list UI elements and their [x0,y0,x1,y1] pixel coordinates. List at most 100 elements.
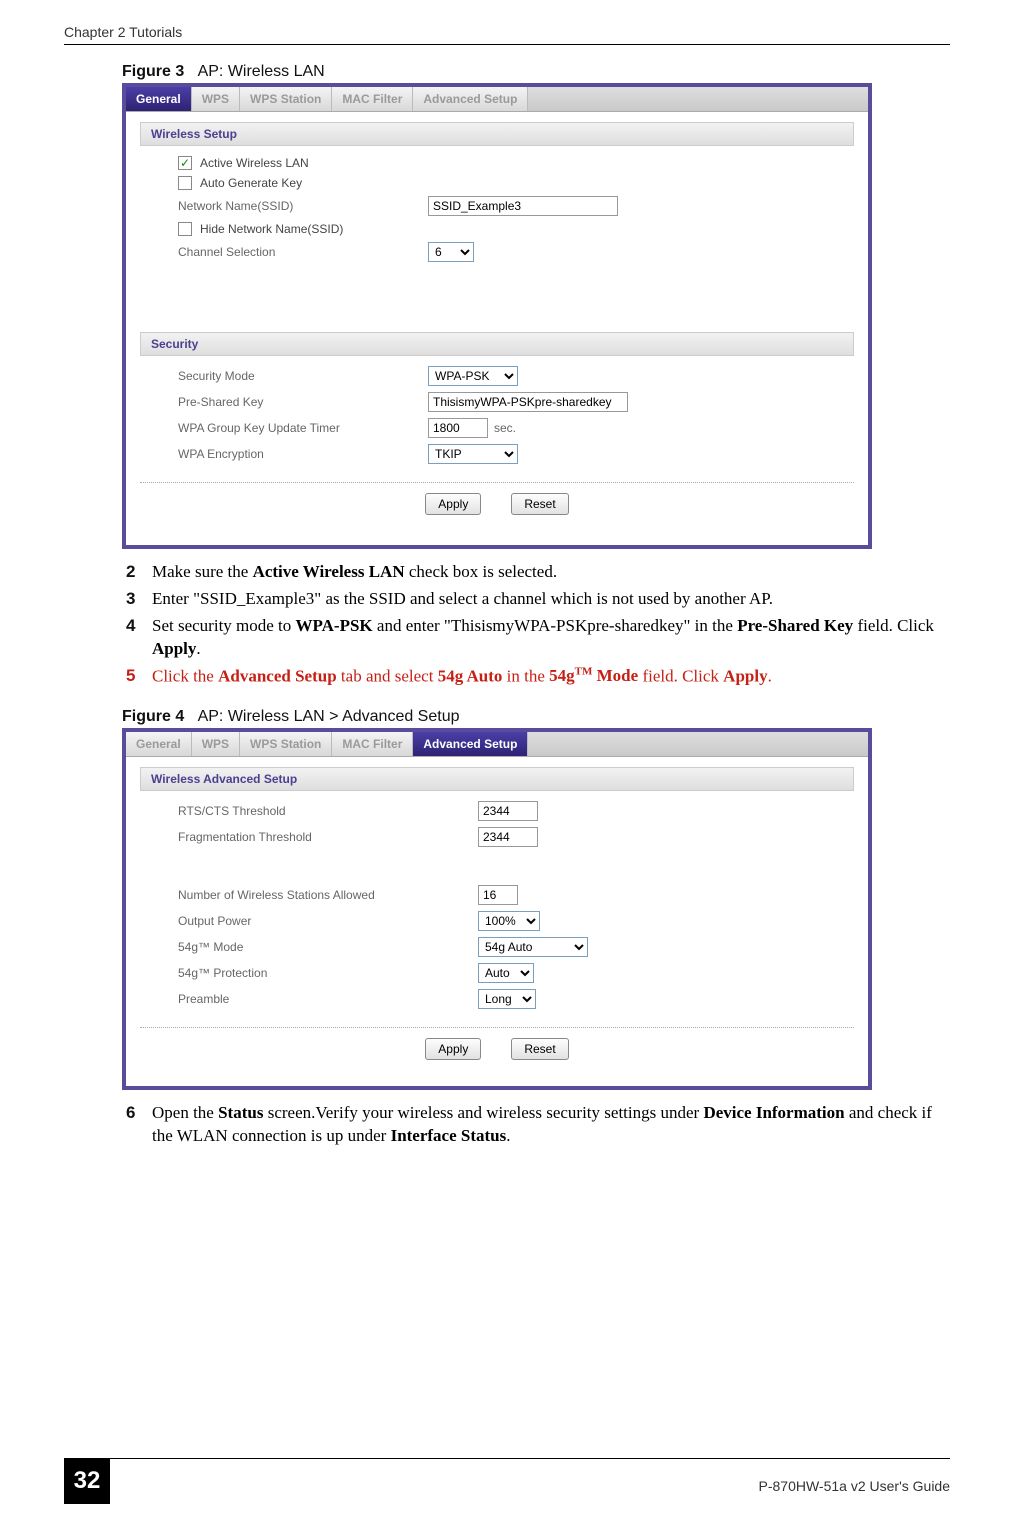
channel-select[interactable]: 6 [428,242,474,262]
tab-wps-station[interactable]: WPS Station [240,87,332,111]
active-wlan-row: Active Wireless LAN [178,156,854,170]
tab-general-adv[interactable]: General [126,732,192,756]
stations-row: Number of Wireless Stations Allowed [178,885,854,905]
reset-button-adv[interactable]: Reset [511,1038,568,1060]
ssid-label: Network Name(SSID) [178,199,428,213]
step-5: 5 Click the Advanced Setup tab and selec… [126,665,950,689]
figure4-caption: Figure 4 AP: Wireless LAN > Advanced Set… [122,708,950,726]
mode54-select[interactable]: 54g Auto [478,937,588,957]
step-5-number: 5 [126,665,152,689]
separator [140,482,854,483]
button-row-adv: Apply Reset [140,1038,854,1060]
figure3-caption: Figure 3 AP: Wireless LAN [122,63,950,81]
apply-button-adv[interactable]: Apply [425,1038,481,1060]
steps-block-1: 2 Make sure the Active Wireless LAN chec… [126,561,950,688]
tab-advanced-setup[interactable]: Advanced Setup [413,87,528,111]
advanced-panel-body: Wireless Advanced Setup RTS/CTS Threshol… [126,757,868,1086]
ssid-row: Network Name(SSID) [178,196,854,216]
tab-wps-adv[interactable]: WPS [192,732,240,756]
psk-input[interactable] [428,392,628,412]
step-3-number: 3 [126,588,152,611]
figure4-text: AP: Wireless LAN > Advanced Setup [198,708,460,725]
psk-label: Pre-Shared Key [178,395,428,409]
separator-adv [140,1027,854,1028]
step-2: 2 Make sure the Active Wireless LAN chec… [126,561,950,584]
rts-input[interactable] [478,801,538,821]
ssid-input[interactable] [428,196,618,216]
frag-row: Fragmentation Threshold [178,827,854,847]
output-power-select[interactable]: 100% [478,911,540,931]
psk-row: Pre-Shared Key [178,392,854,412]
tab-wps[interactable]: WPS [192,87,240,111]
preamble-row: Preamble Long [178,989,854,1009]
tab-general[interactable]: General [126,87,192,111]
page-footer: 32 P-870HW-51a v2 User's Guide [64,1458,950,1504]
frag-label: Fragmentation Threshold [178,830,478,844]
group-key-timer-suffix: sec. [494,421,516,435]
preamble-label: Preamble [178,992,478,1006]
tab-advanced-setup-adv[interactable]: Advanced Setup [413,732,528,756]
preamble-select[interactable]: Long [478,989,536,1009]
security-mode-select[interactable]: WPA-PSK [428,366,518,386]
step-3: 3 Enter "SSID_Example3" as the SSID and … [126,588,950,611]
reset-button[interactable]: Reset [511,493,568,515]
step-2-number: 2 [126,561,152,584]
step-4-number: 4 [126,615,152,661]
hide-ssid-checkbox[interactable] [178,222,192,236]
active-wlan-checkbox[interactable] [178,156,192,170]
figure3-text: AP: Wireless LAN [198,63,325,80]
step-4: 4 Set security mode to WPA-PSK and enter… [126,615,950,661]
step-4-text: Set security mode to WPA-PSK and enter "… [152,615,950,661]
figure4-number: Figure 4 [122,708,184,725]
apply-button[interactable]: Apply [425,493,481,515]
prot54-select[interactable]: Auto [478,963,534,983]
channel-label: Channel Selection [178,245,428,259]
channel-row: Channel Selection 6 [178,242,854,262]
hide-ssid-label: Hide Network Name(SSID) [200,222,343,236]
wpa-encryption-row: WPA Encryption TKIP [178,444,854,464]
step-6-text: Open the Status screen.Verify your wirel… [152,1102,950,1148]
stations-input[interactable] [478,885,518,905]
step-6: 6 Open the Status screen.Verify your wir… [126,1102,950,1148]
group-key-timer-label: WPA Group Key Update Timer [178,421,428,435]
rts-row: RTS/CTS Threshold [178,801,854,821]
security-mode-label: Security Mode [178,369,428,383]
figure3-number: Figure 3 [122,63,184,80]
step-3-text: Enter "SSID_Example3" as the SSID and se… [152,588,950,611]
auto-generate-key-row: Auto Generate Key [178,176,854,190]
prot54-label: 54g™ Protection [178,966,478,980]
group-key-timer-row: WPA Group Key Update Timer sec. [178,418,854,438]
figure4-screenshot: General WPS WPS Station MAC Filter Advan… [122,728,872,1090]
rts-label: RTS/CTS Threshold [178,804,478,818]
page-number: 32 [64,1458,110,1504]
stations-label: Number of Wireless Stations Allowed [178,888,478,902]
mode54-label: 54g™ Mode [178,940,478,954]
tab-mac-filter[interactable]: MAC Filter [332,87,413,111]
hide-ssid-row: Hide Network Name(SSID) [178,222,854,236]
prot54-row: 54g™ Protection Auto [178,963,854,983]
wpa-encryption-label: WPA Encryption [178,447,428,461]
group-key-timer-input[interactable] [428,418,488,438]
active-wlan-label: Active Wireless LAN [200,156,309,170]
chapter-header: Chapter 2 Tutorials [64,24,950,45]
wpa-encryption-select[interactable]: TKIP [428,444,518,464]
security-section-header: Security [140,332,854,356]
tabs-bar-adv: General WPS WPS Station MAC Filter Advan… [126,732,868,757]
button-row: Apply Reset [140,493,854,515]
security-mode-row: Security Mode WPA-PSK [178,366,854,386]
steps-block-2: 6 Open the Status screen.Verify your wir… [126,1102,950,1148]
output-power-row: Output Power 100% [178,911,854,931]
auto-generate-key-label: Auto Generate Key [200,176,302,190]
wireless-advanced-section-header: Wireless Advanced Setup [140,767,854,791]
frag-input[interactable] [478,827,538,847]
mode54-row: 54g™ Mode 54g Auto [178,937,854,957]
tab-wps-station-adv[interactable]: WPS Station [240,732,332,756]
step-2-text: Make sure the Active Wireless LAN check … [152,561,950,584]
wireless-setup-section-header: Wireless Setup [140,122,854,146]
tab-mac-filter-adv[interactable]: MAC Filter [332,732,413,756]
auto-generate-key-checkbox[interactable] [178,176,192,190]
figure3-screenshot: General WPS WPS Station MAC Filter Advan… [122,83,872,549]
footer-guide-text: P-870HW-51a v2 User's Guide [759,1470,951,1494]
output-power-label: Output Power [178,914,478,928]
step-5-text: Click the Advanced Setup tab and select … [152,665,950,689]
